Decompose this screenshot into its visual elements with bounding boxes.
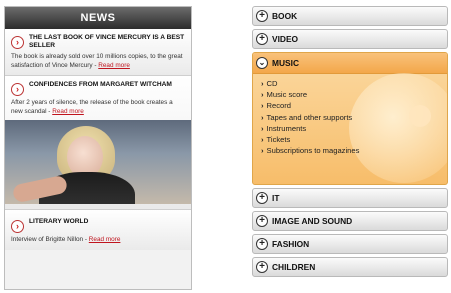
- news-header: NEWS: [5, 7, 191, 29]
- news-article[interactable]: › LITERARY WORLD Interview of Brigitte N…: [5, 210, 191, 250]
- category-label: FASHION: [272, 239, 310, 249]
- subcategory-label: Record: [266, 101, 292, 111]
- category-label: BOOK: [272, 11, 298, 21]
- chevron-right-icon: ›: [261, 101, 264, 111]
- subcategory-item[interactable]: › Music score: [261, 89, 447, 100]
- article-body: After 2 years of silence, the release of…: [11, 99, 185, 116]
- plus-icon: +: [256, 192, 268, 204]
- category-music-expanded: ⌄ MUSIC › CD › Music score › Record › Tapes …: [252, 52, 448, 185]
- news-article[interactable]: › CONFIDENCES FROM MARGARET WITCHAM Afte…: [5, 76, 191, 210]
- subcategory-label: Subscriptions to magazines: [266, 146, 360, 156]
- category-music[interactable]: ⌄ MUSIC: [253, 53, 447, 74]
- article-text: After 2 years of silence, the release of…: [11, 99, 173, 115]
- subcategory-label: Tapes and other supports: [266, 112, 353, 122]
- category-image-and-sound[interactable]: + IMAGE AND SOUND: [252, 211, 448, 231]
- article-photo: [5, 120, 191, 204]
- subcategory-item[interactable]: › Instruments: [261, 123, 447, 134]
- article-title: THE LAST BOOK OF VINCE MERCURY IS A BEST…: [29, 34, 185, 49]
- subcategory-label: Music score: [266, 90, 308, 100]
- category-fashion[interactable]: + FASHION: [252, 234, 448, 254]
- category-label: CHILDREN: [272, 262, 316, 272]
- subcategory-item[interactable]: › CD: [261, 78, 447, 89]
- article-title: LITERARY WORLD: [29, 218, 89, 225]
- article-text: Interview of Brigitte Nillon -: [11, 236, 89, 243]
- plus-icon: +: [256, 33, 268, 45]
- subcategory-item[interactable]: › Subscriptions to magazines: [261, 145, 447, 156]
- category-video[interactable]: + VIDEO: [252, 29, 448, 49]
- news-article[interactable]: › THE LAST BOOK OF VINCE MERCURY IS A BE…: [5, 29, 191, 76]
- chevron-right-icon: ›: [261, 79, 264, 88]
- music-subcategory-list: › CD › Music score › Record › Tapes and othe…: [253, 78, 447, 156]
- chevron-right-icon: ›: [261, 112, 264, 122]
- plus-icon: +: [256, 238, 268, 250]
- category-label: IT: [272, 193, 280, 203]
- plus-icon: +: [256, 10, 268, 22]
- subcategory-item[interactable]: › Record: [261, 100, 447, 111]
- category-menu: + BOOK + VIDEO ⌄ MUSIC › CD › Music score …: [252, 6, 448, 289]
- chevron-down-icon: ⌄: [256, 57, 268, 69]
- arrow-right-icon: ›: [11, 83, 24, 96]
- subcategory-item[interactable]: › Tickets: [261, 134, 447, 145]
- chevron-right-icon: ›: [261, 90, 264, 100]
- article-text: The book is already sold over 10 million…: [11, 53, 183, 69]
- subcategory-label: CD: [266, 79, 278, 88]
- read-more-link[interactable]: Read more: [89, 236, 121, 243]
- chevron-right-icon: ›: [261, 123, 264, 133]
- category-children[interactable]: + CHILDREN: [252, 257, 448, 277]
- subcategory-label: Tickets: [266, 135, 291, 145]
- arrow-right-icon: ›: [11, 220, 24, 233]
- article-title: CONFIDENCES FROM MARGARET WITCHAM: [29, 81, 172, 88]
- arrow-right-icon: ›: [11, 36, 24, 49]
- plus-icon: +: [256, 261, 268, 273]
- category-it[interactable]: + IT: [252, 188, 448, 208]
- read-more-link[interactable]: Read more: [52, 108, 84, 115]
- article-body: Interview of Brigitte Nillon - Read more: [11, 236, 185, 245]
- news-screen: NEWS › THE LAST BOOK OF VINCE MERCURY IS…: [4, 6, 192, 290]
- category-label: MUSIC: [272, 58, 299, 68]
- plus-icon: +: [256, 215, 268, 227]
- read-more-link[interactable]: Read more: [98, 62, 130, 69]
- chevron-right-icon: ›: [261, 146, 264, 156]
- category-label: VIDEO: [272, 34, 299, 44]
- chevron-right-icon: ›: [261, 135, 264, 145]
- category-label: IMAGE AND SOUND: [272, 216, 353, 226]
- category-book[interactable]: + BOOK: [252, 6, 448, 26]
- subcategory-item[interactable]: › Tapes and other supports: [261, 112, 447, 123]
- subcategory-label: Instruments: [266, 123, 307, 133]
- article-body: The book is already sold over 10 million…: [11, 53, 185, 70]
